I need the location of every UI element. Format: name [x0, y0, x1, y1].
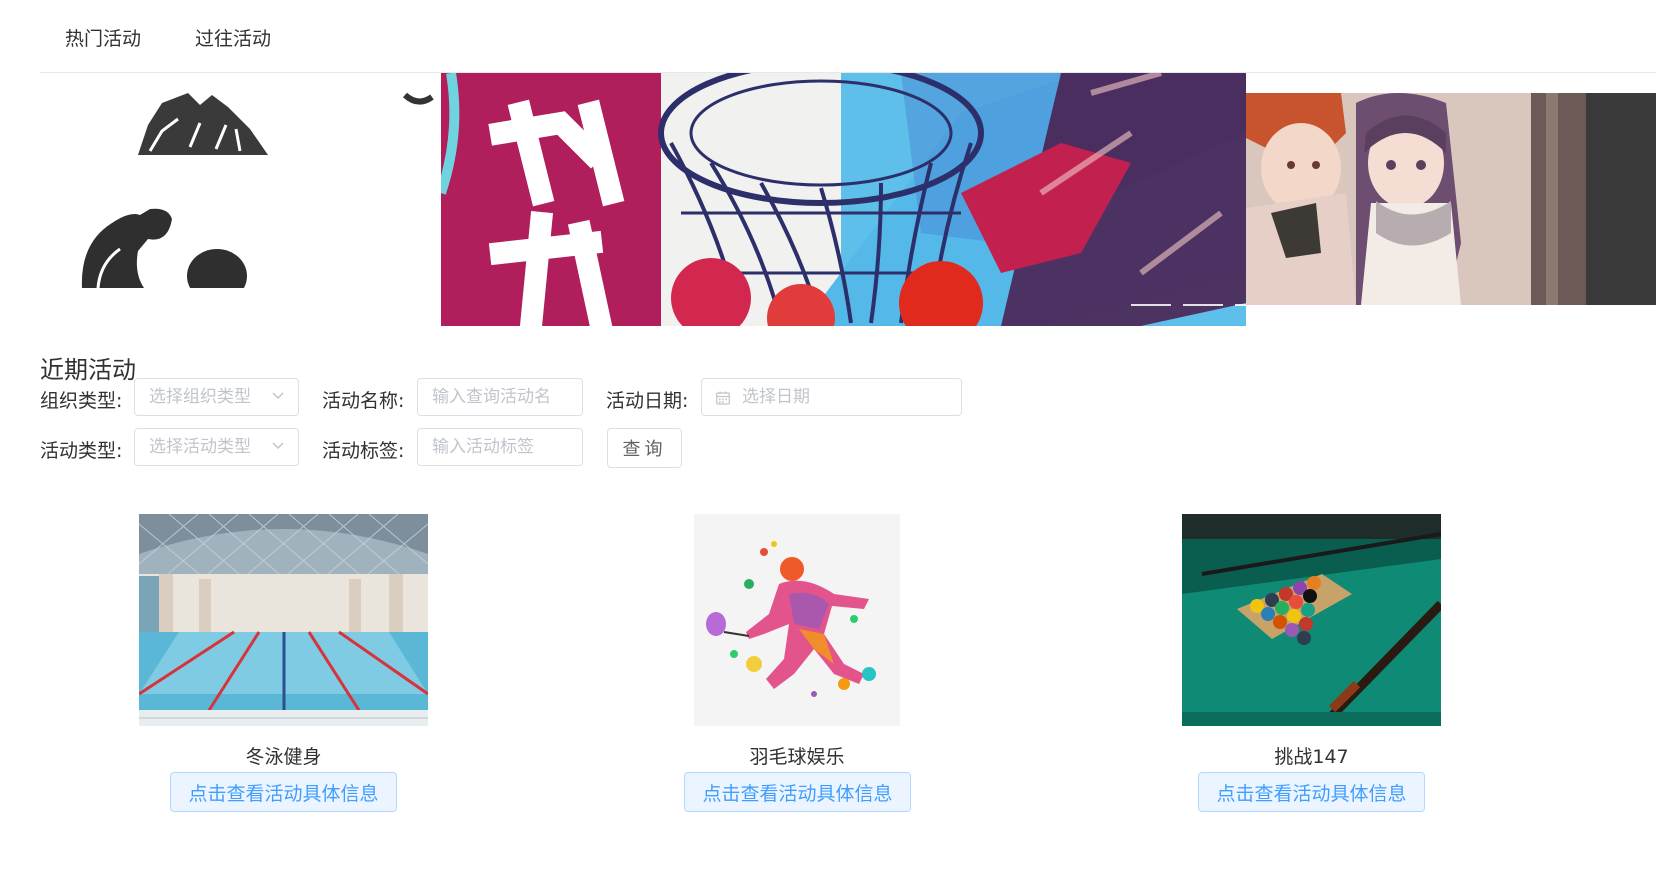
tab-past-activities[interactable]: 过往活动 [195, 24, 271, 51]
activity-date-picker[interactable] [701, 378, 962, 416]
calendar-icon [716, 391, 730, 405]
chevron-down-icon [272, 392, 284, 400]
anime-couple-image [1246, 93, 1656, 305]
query-button[interactable]: 查询 [607, 428, 682, 468]
badminton-player-image [694, 514, 900, 726]
activity-carousel[interactable] [40, 73, 1656, 326]
carousel-indicators [1131, 304, 1246, 306]
activity-name-input[interactable] [418, 379, 582, 415]
activity-tag-field[interactable] [417, 428, 583, 466]
basketball-poster-image [441, 73, 1246, 326]
activity-date-input[interactable] [702, 379, 961, 415]
carousel-slide-anime-couple[interactable] [1246, 93, 1656, 305]
carousel-indicator-2[interactable] [1183, 304, 1223, 306]
activity-name-field[interactable] [417, 378, 583, 416]
org-type-select[interactable] [134, 378, 299, 416]
activity-tag-label: 活动标签: [322, 440, 405, 462]
tab-hot-activities[interactable]: 热门活动 [65, 24, 141, 51]
billiards-table-image [1182, 514, 1441, 726]
sports-silhouettes-image [40, 92, 440, 305]
org-type-label: 组织类型: [40, 390, 123, 412]
carousel-slide-basketball-poster[interactable] [441, 73, 1246, 326]
carousel-indicator-1[interactable] [1131, 304, 1171, 306]
card-detail-button-billiards[interactable]: 点击查看活动具体信息 [1198, 772, 1425, 812]
indoor-pool-image [139, 514, 428, 726]
card-image-billiards[interactable] [1182, 514, 1441, 726]
card-title-badminton: 羽毛球娱乐 [749, 746, 845, 768]
chevron-down-icon [272, 442, 284, 450]
card-image-swimming[interactable] [139, 514, 428, 726]
activity-type-select[interactable] [134, 428, 299, 466]
activity-name-label: 活动名称: [322, 390, 405, 412]
card-image-badminton[interactable] [694, 514, 900, 726]
activity-tag-input[interactable] [418, 429, 582, 465]
carousel-indicator-3[interactable] [1235, 304, 1246, 306]
card-detail-button-swimming[interactable]: 点击查看活动具体信息 [170, 772, 397, 812]
recent-activities-title: 近期活动 [40, 356, 136, 384]
activity-date-label: 活动日期: [606, 390, 689, 412]
carousel-slide-sports-silhouettes[interactable] [40, 73, 440, 305]
activity-tabs: 热门活动 过往活动 [40, 0, 1656, 73]
card-title-billiards: 挑战147 [1274, 746, 1349, 768]
card-detail-button-badminton[interactable]: 点击查看活动具体信息 [684, 772, 911, 812]
activity-type-label: 活动类型: [40, 440, 123, 462]
card-title-swimming: 冬泳健身 [245, 746, 322, 768]
